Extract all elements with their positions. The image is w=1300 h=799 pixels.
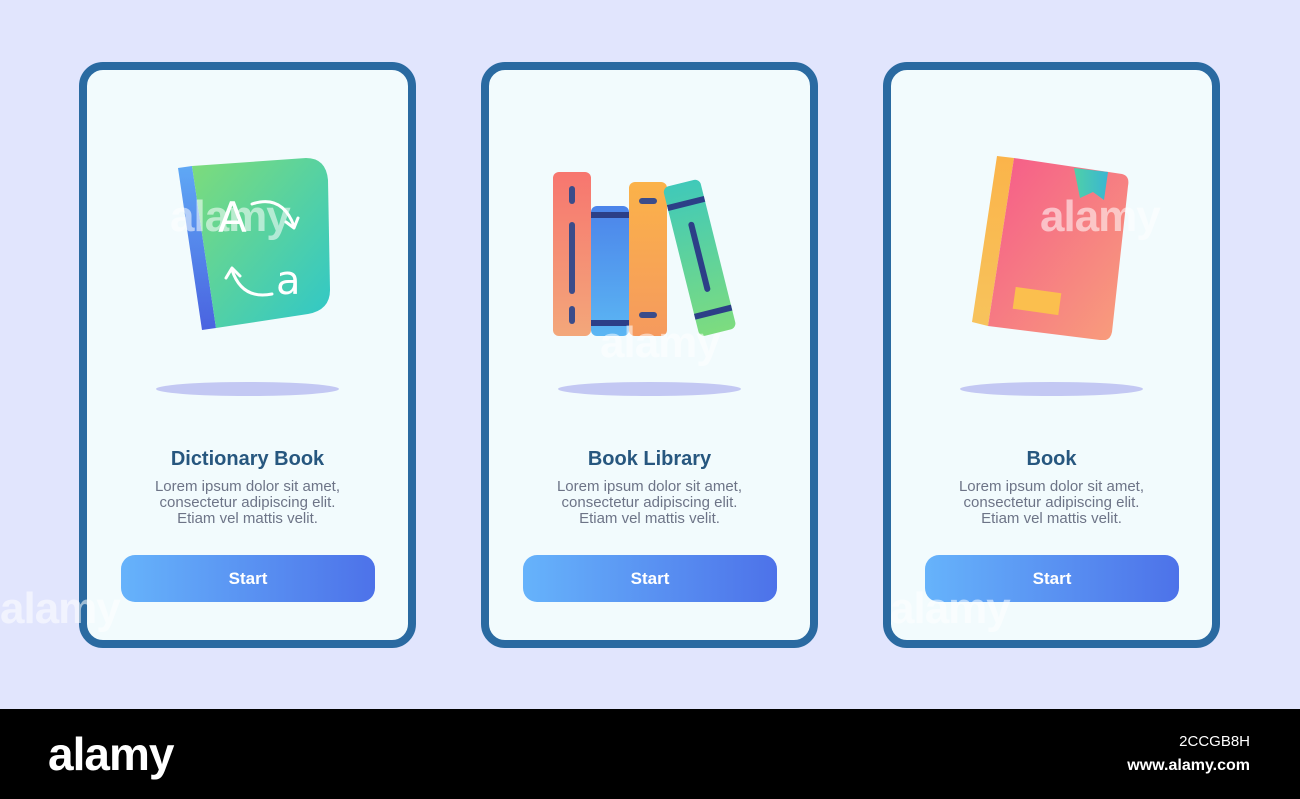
card-title: Book xyxy=(1026,448,1077,470)
card-title: Dictionary Book xyxy=(170,448,325,470)
book-icon xyxy=(891,140,1212,340)
footer-bar: alamy 2CCGB8H www.alamy.com xyxy=(0,709,1300,799)
description-line: Lorem ipsum dolor sit amet, xyxy=(556,478,743,495)
letter-a-lower: a xyxy=(276,258,301,304)
icon-shadow xyxy=(156,382,339,396)
dictionary-book-icon: A a xyxy=(87,140,408,340)
description-line: consectetur adipiscing elit. xyxy=(963,494,1140,511)
description-line: Etiam vel mattis velit. xyxy=(177,510,318,527)
card-title: Book Library xyxy=(587,448,712,470)
book-library-icon xyxy=(489,140,810,340)
letter-a-upper: A xyxy=(218,193,247,242)
description-line: Etiam vel mattis velit. xyxy=(579,510,720,527)
description-line: Lorem ipsum dolor sit amet, xyxy=(958,478,1145,495)
onboarding-screens: A a Dictionary Book Lorem ipsum dolor si… xyxy=(0,0,1300,709)
card-book: Book Lorem ipsum dolor sit amet, consect… xyxy=(883,62,1220,648)
description-line: Lorem ipsum dolor sit amet, xyxy=(154,478,341,495)
description-line: Etiam vel mattis velit. xyxy=(981,510,1122,527)
description-line: consectetur adipiscing elit. xyxy=(561,494,738,511)
card-description: Lorem ipsum dolor sit amet, consectetur … xyxy=(911,479,1192,527)
image-id: 2CCGB8H xyxy=(1179,733,1250,750)
icon-shadow xyxy=(558,382,741,396)
card-description: Lorem ipsum dolor sit amet, consectetur … xyxy=(509,479,790,527)
start-button[interactable]: Start xyxy=(121,555,375,602)
start-button[interactable]: Start xyxy=(925,555,1179,602)
footer-url: www.alamy.com xyxy=(1127,757,1250,774)
card-description: Lorem ipsum dolor sit amet, consectetur … xyxy=(107,479,388,527)
footer-logo: alamy xyxy=(48,728,174,780)
description-line: consectetur adipiscing elit. xyxy=(159,494,336,511)
card-book-library: Book Library Lorem ipsum dolor sit amet,… xyxy=(481,62,818,648)
card-dictionary-book: A a Dictionary Book Lorem ipsum dolor si… xyxy=(79,62,416,648)
start-button[interactable]: Start xyxy=(523,555,777,602)
icon-shadow xyxy=(960,382,1143,396)
